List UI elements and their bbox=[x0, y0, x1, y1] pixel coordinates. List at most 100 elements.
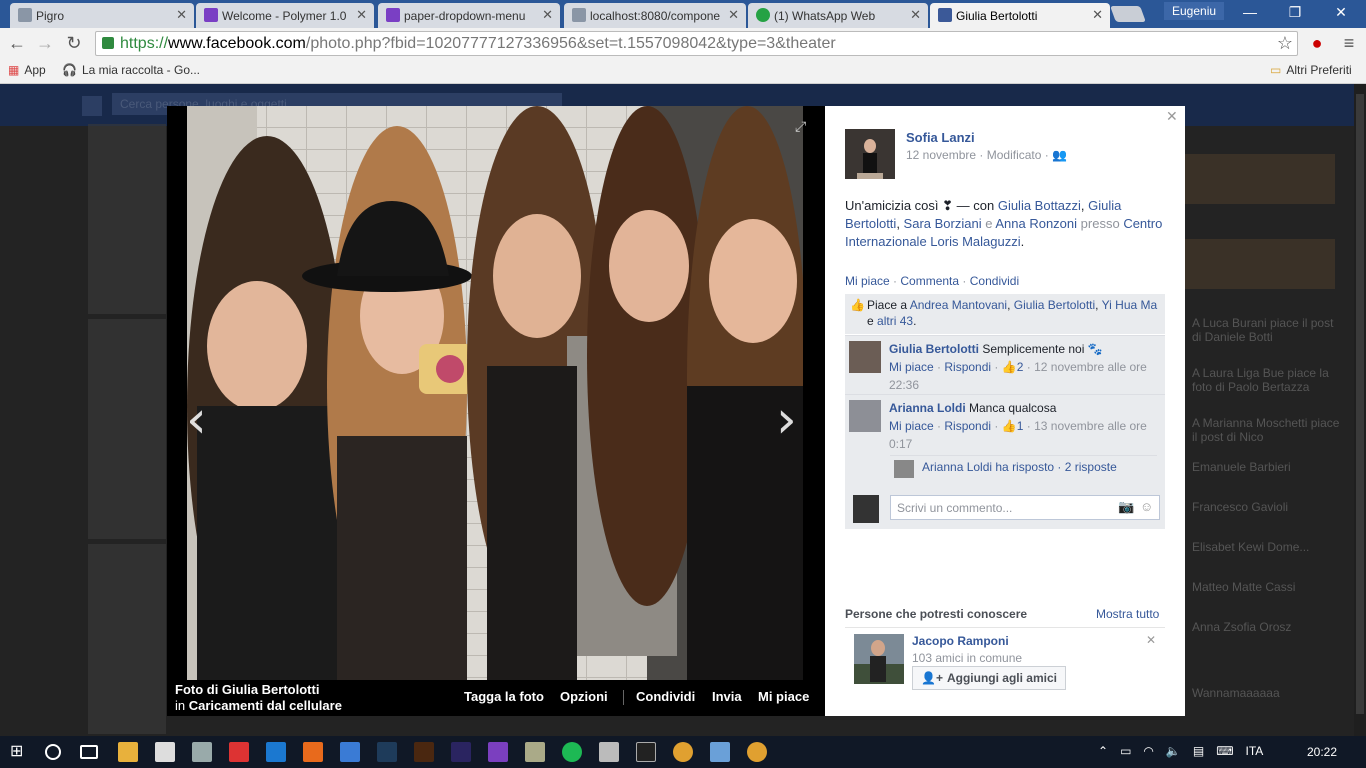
commenter-avatar[interactable] bbox=[849, 400, 881, 432]
tag-photo-button[interactable]: Tagga la foto bbox=[464, 689, 544, 704]
task-view-icon[interactable] bbox=[80, 745, 98, 759]
show-hidden-icons-icon[interactable]: ⌃ bbox=[1098, 744, 1108, 758]
close-icon[interactable]: ✕ bbox=[1166, 108, 1178, 125]
see-all-link[interactable]: Mostra tutto bbox=[1096, 607, 1159, 621]
mutual-friends[interactable]: 103 amici in comune bbox=[912, 651, 1022, 665]
app-icon[interactable] bbox=[525, 742, 545, 762]
search-icon[interactable] bbox=[45, 744, 61, 760]
page-scrollbar[interactable] bbox=[1354, 84, 1366, 736]
commenter-name[interactable]: Giulia Bertolotti bbox=[889, 342, 979, 356]
fullscreen-icon[interactable]: ⤢ bbox=[795, 118, 806, 135]
suggested-person-name[interactable]: Jacopo Ramponi bbox=[912, 634, 1009, 648]
edge-icon[interactable] bbox=[266, 742, 286, 762]
close-icon[interactable]: ✕ bbox=[1092, 7, 1103, 23]
clock[interactable]: 20:22 bbox=[1307, 745, 1337, 759]
battery-icon[interactable]: ▭ bbox=[1120, 744, 1131, 758]
file-explorer-icon[interactable] bbox=[118, 742, 138, 762]
close-icon[interactable]: ✕ bbox=[728, 7, 739, 23]
tab-pigro[interactable]: Pigro ✕ bbox=[10, 3, 194, 28]
illustrator-icon[interactable] bbox=[414, 742, 434, 762]
commenter-avatar[interactable] bbox=[849, 341, 881, 373]
comment-like-count[interactable]: 👍2 bbox=[1002, 360, 1024, 374]
store-icon[interactable] bbox=[155, 742, 175, 762]
tab-localhost[interactable]: localhost:8080/compone ✕ bbox=[564, 3, 746, 28]
after-effects-icon[interactable] bbox=[451, 742, 471, 762]
window-close-icon[interactable]: ✕ bbox=[1326, 4, 1356, 21]
album-link[interactable]: Caricamenti dal cellulare bbox=[189, 698, 342, 713]
bookmark-star-icon[interactable]: ☆ bbox=[1274, 32, 1296, 54]
tagged-person-link[interactable]: Sara Borziani bbox=[904, 216, 982, 231]
close-icon[interactable]: ✕ bbox=[910, 7, 921, 23]
liker-link[interactable]: Giulia Bertolotti bbox=[1014, 298, 1095, 312]
address-bar[interactable]: https://www.facebook.com/photo.php?fbid=… bbox=[95, 31, 1298, 56]
profile-name[interactable]: Eugeniu bbox=[1164, 2, 1225, 20]
scrollbar-thumb[interactable] bbox=[1356, 94, 1364, 714]
like-link[interactable]: Mi piace bbox=[845, 274, 890, 288]
like-button[interactable]: Mi piace bbox=[758, 689, 809, 704]
menu-icon[interactable]: ≡ bbox=[1338, 32, 1360, 54]
replies-link[interactable]: Arianna Loldi ha risposto · 2 risposte bbox=[890, 455, 1157, 481]
wifi-icon[interactable]: ◠ bbox=[1143, 744, 1153, 758]
camera-icon[interactable]: 📷 bbox=[1118, 499, 1134, 515]
photoshop-icon[interactable] bbox=[377, 742, 397, 762]
options-button[interactable]: Opzioni bbox=[560, 689, 608, 704]
calculator-icon[interactable] bbox=[599, 742, 619, 762]
close-icon[interactable]: ✕ bbox=[176, 7, 187, 23]
visual-studio-icon[interactable] bbox=[488, 742, 508, 762]
dismiss-icon[interactable]: ✕ bbox=[1146, 633, 1156, 647]
close-icon[interactable]: ✕ bbox=[356, 7, 367, 23]
liker-link[interactable]: Yi Hua Ma bbox=[1102, 298, 1158, 312]
back-icon[interactable]: ← bbox=[6, 32, 28, 54]
comment-like-count[interactable]: 👍1 bbox=[1002, 419, 1024, 433]
notifications-icon[interactable]: ▤ bbox=[1193, 744, 1204, 758]
emoji-icon[interactable]: ☺ bbox=[1140, 499, 1153, 514]
tab-whatsapp[interactable]: (1) WhatsApp Web ✕ bbox=[748, 3, 928, 28]
new-tab-button[interactable] bbox=[1110, 6, 1146, 22]
previous-photo-icon[interactable]: ‹ bbox=[186, 390, 207, 450]
author-name[interactable]: Sofia Lanzi bbox=[906, 130, 975, 145]
app-icon[interactable] bbox=[192, 742, 212, 762]
adblock-icon[interactable]: ● bbox=[1306, 32, 1328, 54]
comment-reply-link[interactable]: Rispondi bbox=[944, 419, 991, 433]
post-date[interactable]: 12 novembre bbox=[906, 148, 976, 162]
input-language[interactable]: ITA bbox=[1246, 744, 1264, 758]
liker-link[interactable]: Andrea Mantovani bbox=[910, 298, 1007, 312]
app-icon[interactable] bbox=[229, 742, 249, 762]
chrome-icon[interactable] bbox=[673, 742, 693, 762]
tagged-person-link[interactable]: Giulia Bottazzi bbox=[998, 198, 1081, 213]
add-friend-button[interactable]: 👤+ Aggiungi agli amici bbox=[912, 666, 1066, 690]
spotify-icon[interactable] bbox=[562, 742, 582, 762]
restore-icon[interactable]: ❐ bbox=[1280, 4, 1310, 21]
more-likers-link[interactable]: altri 43 bbox=[877, 314, 913, 328]
tab-giulia-bertolotti[interactable]: Giulia Bertolotti ✕ bbox=[930, 3, 1110, 28]
reload-icon[interactable]: ↻ bbox=[63, 32, 85, 54]
share-link[interactable]: Condividi bbox=[970, 274, 1019, 288]
chrome-icon[interactable] bbox=[747, 742, 767, 762]
close-icon[interactable]: ✕ bbox=[542, 7, 553, 23]
tagged-person-link[interactable]: Anna Ronzoni bbox=[995, 216, 1077, 231]
commenter-name[interactable]: Arianna Loldi bbox=[889, 401, 966, 415]
photo-caption-title[interactable]: Foto di Giulia Bertolotti bbox=[175, 682, 319, 697]
start-windows-icon[interactable]: ⊞ bbox=[10, 742, 30, 762]
tab-polymer-welcome[interactable]: Welcome - Polymer 1.0 ✕ bbox=[196, 3, 374, 28]
app-icon[interactable] bbox=[710, 742, 730, 762]
comment-like-link[interactable]: Mi piace bbox=[889, 419, 934, 433]
forward-icon[interactable]: → bbox=[34, 32, 56, 54]
keyboard-icon[interactable]: ⌨ bbox=[1216, 744, 1233, 758]
send-button[interactable]: Invia bbox=[712, 689, 742, 704]
suggested-person-avatar[interactable] bbox=[854, 634, 904, 684]
terminal-icon[interactable] bbox=[636, 742, 656, 762]
author-avatar[interactable] bbox=[845, 129, 895, 179]
comment-like-link[interactable]: Mi piace bbox=[889, 360, 934, 374]
xampp-icon[interactable] bbox=[303, 742, 323, 762]
minimize-icon[interactable]: — bbox=[1235, 4, 1265, 20]
edited-label[interactable]: Modificato bbox=[987, 148, 1042, 162]
bookmark-raccolta[interactable]: 🎧 La mia raccolta - Go... bbox=[62, 63, 200, 77]
next-photo-icon[interactable]: › bbox=[776, 390, 797, 450]
comment-reply-link[interactable]: Rispondi bbox=[944, 360, 991, 374]
photo-image[interactable] bbox=[187, 106, 803, 680]
tab-paper-dropdown[interactable]: paper-dropdown-menu ✕ bbox=[378, 3, 560, 28]
app-icon[interactable] bbox=[340, 742, 360, 762]
share-button[interactable]: Condividi bbox=[636, 689, 695, 704]
bookmark-apps[interactable]: ▦ App bbox=[8, 63, 46, 77]
